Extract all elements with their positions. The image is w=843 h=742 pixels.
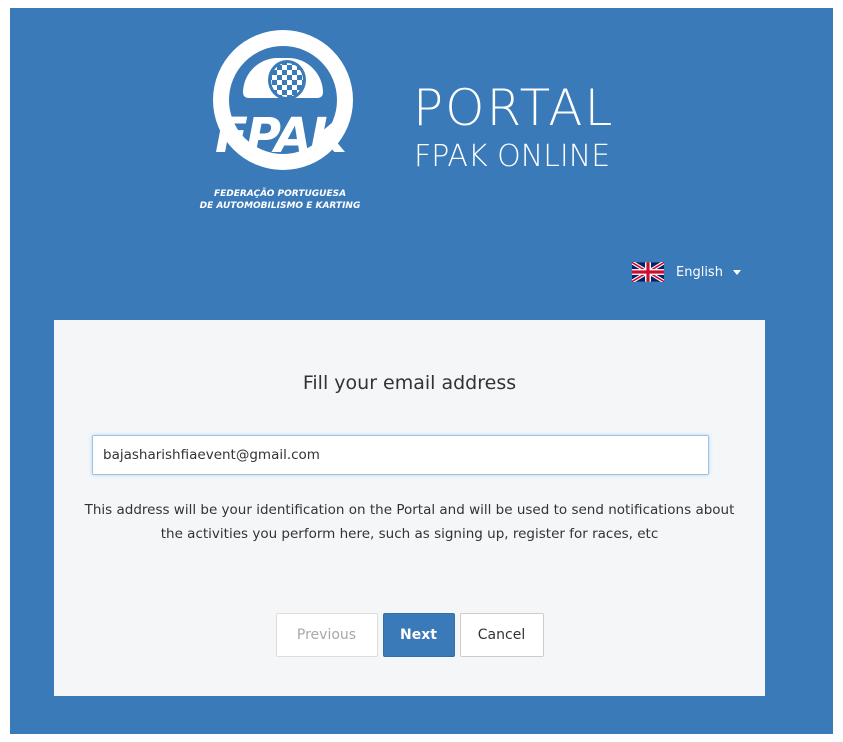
chevron-down-icon: [732, 269, 741, 275]
fpak-logo: FPAK FEDERAÇÃO PORTUGUESA DE AUTOMOBILIS…: [195, 30, 365, 220]
previous-button[interactable]: Previous: [275, 613, 378, 657]
email-field[interactable]: [92, 435, 709, 475]
next-button[interactable]: Next: [382, 613, 455, 657]
language-label: English: [676, 264, 723, 280]
logo-caption-line1: FEDERAÇÃO PORTUGUESA: [213, 189, 347, 199]
language-selector[interactable]: English: [632, 260, 741, 284]
form-title: Fill your email address: [302, 372, 517, 394]
uk-flag-icon: [632, 262, 664, 282]
portal-background: FPAK FEDERAÇÃO PORTUGUESA DE AUTOMOBILIS…: [10, 8, 833, 734]
email-help-text: This address will be your identification…: [84, 502, 735, 542]
logo-wordmark: FPAK: [215, 108, 347, 164]
portal-title: PORTAL: [413, 79, 615, 137]
logo-caption: FEDERAÇÃO PORTUGUESA DE AUTOMOBILISMO E …: [185, 188, 375, 212]
logo-shield-icon: [268, 60, 306, 100]
email-form-card: Fill your email address This address wil…: [54, 320, 765, 696]
cancel-button[interactable]: Cancel: [459, 613, 544, 657]
logo-caption-line2: DE AUTOMOBILISMO E KARTING: [199, 201, 361, 211]
portal-subtitle: FPAK ONLINE: [414, 139, 611, 174]
form-buttons: Previous Next Cancel: [54, 613, 765, 657]
